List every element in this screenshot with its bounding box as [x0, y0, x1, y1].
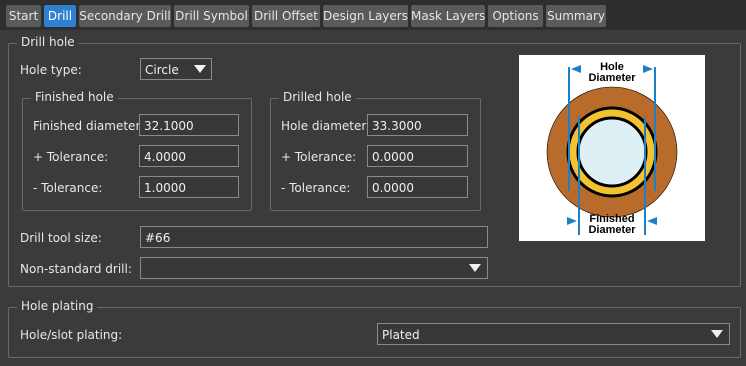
tab-drill-offset[interactable]: Drill Offset — [252, 5, 320, 27]
drilled-plus-tolerance-input[interactable]: 0.0000 — [367, 145, 468, 167]
hole-plating-legend: Hole plating — [17, 299, 98, 313]
tab-mask-layers[interactable]: Mask Layers — [411, 5, 485, 27]
finished-minus-tolerance-input[interactable]: 1.0000 — [139, 176, 239, 198]
arrow-right-icon — [567, 217, 577, 225]
drilled-minus-tolerance-label: - Tolerance: — [281, 181, 351, 195]
tab-options[interactable]: Options — [488, 5, 543, 27]
finished-diameter-label: Finished diameter: — [33, 119, 145, 133]
non-standard-drill-dropdown[interactable] — [140, 257, 488, 279]
hole-type-dropdown[interactable]: Circle — [140, 58, 212, 80]
hole-slot-plating-value: Plated — [382, 328, 420, 342]
hole-diameter-input[interactable]: 33.3000 — [367, 114, 468, 136]
hole-diameter-label: Hole diameter: — [281, 119, 371, 133]
tab-bar: Start Drill Secondary Drill Drill Symbol… — [0, 0, 746, 30]
tab-secondary-drill[interactable]: Secondary Drill — [79, 5, 171, 27]
finished-hole-legend: Finished hole — [31, 90, 118, 104]
arrow-left-icon — [643, 65, 653, 73]
finished-plus-tolerance-label: + Tolerance: — [33, 150, 109, 164]
chevron-down-icon — [469, 264, 481, 272]
finished-minus-tolerance-label: - Tolerance: — [33, 181, 103, 195]
finished-hole-shape — [576, 116, 648, 188]
hole-type-value: Circle — [145, 63, 179, 77]
arrow-right-icon — [571, 65, 581, 73]
drilled-hole-legend: Drilled hole — [279, 90, 356, 104]
chevron-down-icon — [711, 330, 723, 338]
hole-diagram-graphic: Hole Diameter Finished Diameter — [546, 61, 678, 236]
hole-slot-plating-label: Hole/slot plating: — [20, 328, 123, 342]
tab-drill[interactable]: Drill — [44, 5, 76, 27]
tab-drill-symbol[interactable]: Drill Symbol — [174, 5, 249, 27]
tab-start[interactable]: Start — [6, 5, 41, 27]
hole-type-label: Hole type: — [20, 63, 82, 77]
arrow-left-icon — [647, 217, 657, 225]
finished-plus-tolerance-input[interactable]: 4.0000 — [139, 145, 239, 167]
tab-summary[interactable]: Summary — [546, 5, 606, 27]
drilled-minus-tolerance-input[interactable]: 0.0000 — [367, 176, 468, 198]
finished-diameter-input[interactable]: 32.1000 — [139, 114, 239, 136]
drilled-plus-tolerance-label: + Tolerance: — [281, 150, 357, 164]
drill-hole-legend: Drill hole — [17, 35, 79, 49]
chevron-down-icon — [194, 65, 206, 73]
diagram-bottom-line2: Diameter — [588, 224, 636, 236]
hole-slot-plating-dropdown[interactable]: Plated — [377, 323, 730, 345]
drill-tool-size-label: Drill tool size: — [20, 231, 102, 245]
drill-tool-size-input[interactable]: #66 — [140, 226, 488, 248]
non-standard-drill-label: Non-standard drill: — [20, 262, 132, 276]
diagram-top-line2: Diameter — [588, 72, 636, 84]
hole-diagram: Hole Diameter Finished Diameter — [519, 55, 705, 241]
tab-design-layers[interactable]: Design Layers — [323, 5, 408, 27]
